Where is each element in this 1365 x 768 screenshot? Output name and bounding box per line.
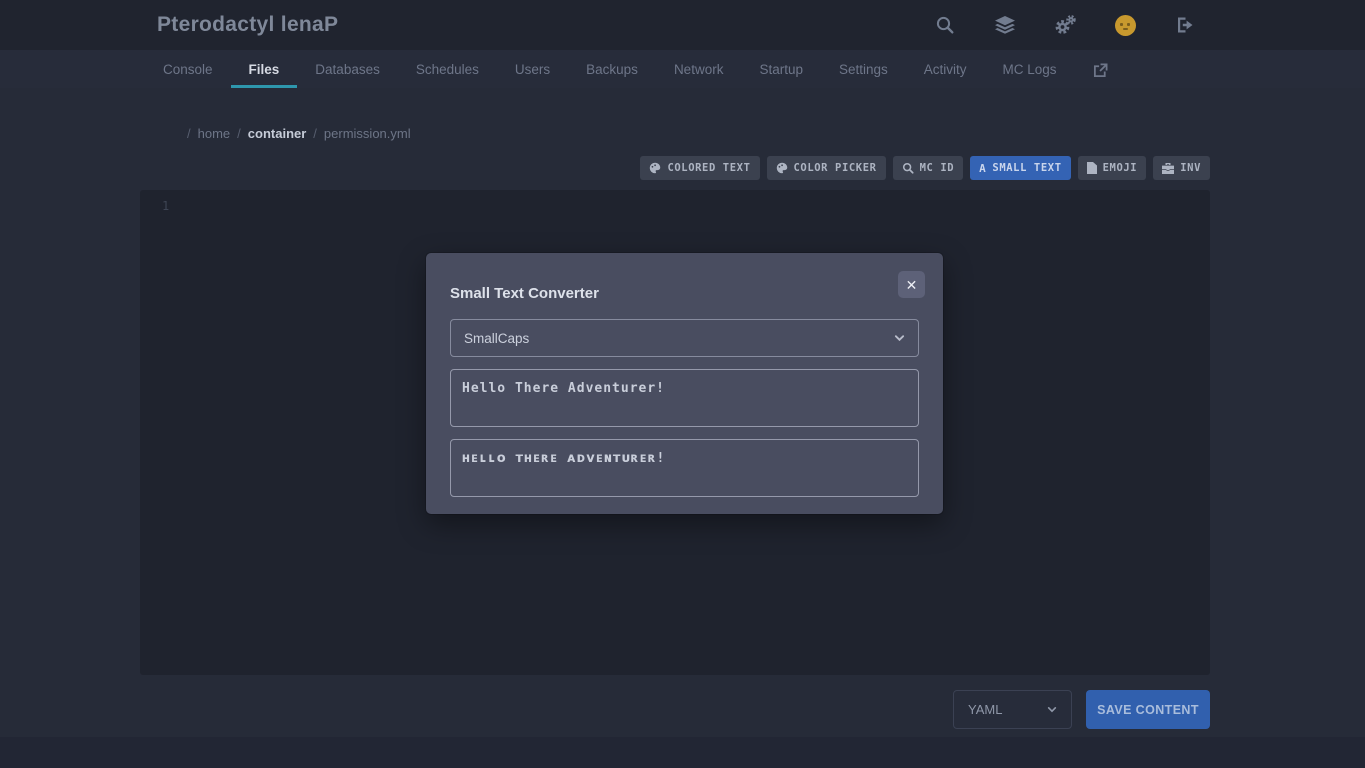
save-content-button[interactable]: SAVE CONTENT bbox=[1086, 690, 1210, 729]
palette-icon bbox=[649, 162, 661, 174]
tab-startup[interactable]: Startup bbox=[741, 50, 821, 88]
tab-settings[interactable]: Settings bbox=[821, 50, 906, 88]
app-header: Pterodactyl lenaP bbox=[0, 0, 1365, 50]
header-icons bbox=[932, 0, 1198, 50]
breadcrumb-slash: / bbox=[313, 126, 317, 141]
tab-activity[interactable]: Activity bbox=[906, 50, 985, 88]
inv-button[interactable]: INV bbox=[1153, 156, 1210, 180]
converter-input[interactable]: Hello There Adventurer! bbox=[450, 369, 919, 427]
tab-network[interactable]: Network bbox=[656, 50, 742, 88]
breadcrumb-slash: / bbox=[187, 126, 191, 141]
chevron-down-icon bbox=[1047, 706, 1057, 713]
search-icon bbox=[902, 162, 914, 174]
server-subnav: Console Files Databases Schedules Users … bbox=[0, 50, 1365, 88]
palette-icon bbox=[776, 162, 788, 174]
external-link-icon[interactable] bbox=[1075, 50, 1124, 88]
editor-toolbar: COLORED TEXT COLOR PICKER MC ID A SMALL … bbox=[640, 156, 1210, 180]
conversion-mode-select[interactable]: SmallCaps bbox=[450, 319, 919, 357]
search-icon[interactable] bbox=[932, 12, 958, 38]
color-picker-button[interactable]: COLOR PICKER bbox=[767, 156, 886, 180]
breadcrumb-slash: / bbox=[237, 126, 241, 141]
tab-backups[interactable]: Backups bbox=[568, 50, 656, 88]
mc-id-label: MC ID bbox=[920, 162, 955, 174]
converter-output[interactable]: ʜᴇʟʟᴏ ᴛʜᴇʀᴇ ᴀᴅᴠᴇɴᴛᴜʀᴇʀ! bbox=[450, 439, 919, 497]
conversion-mode-value: SmallCaps bbox=[464, 331, 529, 346]
logout-icon[interactable] bbox=[1172, 12, 1198, 38]
color-picker-label: COLOR PICKER bbox=[794, 162, 877, 174]
emoji-label: EMOJI bbox=[1103, 162, 1138, 174]
gears-icon[interactable] bbox=[1052, 12, 1078, 38]
box-icon bbox=[1162, 163, 1174, 174]
small-text-label: SMALL TEXT bbox=[992, 162, 1061, 174]
small-text-button[interactable]: A SMALL TEXT bbox=[970, 156, 1070, 180]
colored-text-button[interactable]: COLORED TEXT bbox=[640, 156, 759, 180]
modal-title: Small Text Converter bbox=[450, 285, 919, 302]
avatar-image bbox=[1115, 15, 1136, 36]
tab-files[interactable]: Files bbox=[231, 50, 298, 88]
avatar[interactable] bbox=[1112, 12, 1138, 38]
letter-a-icon: A bbox=[979, 162, 986, 175]
breadcrumb: / home / container / permission.yml bbox=[187, 126, 411, 141]
tab-console[interactable]: Console bbox=[145, 50, 231, 88]
editor-line-number: 1 bbox=[140, 190, 1210, 213]
inv-label: INV bbox=[1180, 162, 1201, 174]
chevron-down-icon bbox=[894, 334, 905, 342]
file-format-select[interactable]: YAML bbox=[953, 690, 1072, 729]
tab-users[interactable]: Users bbox=[497, 50, 568, 88]
app-title[interactable]: Pterodactyl lenaP bbox=[157, 13, 338, 37]
breadcrumb-container[interactable]: container bbox=[248, 126, 307, 141]
tab-mc-logs[interactable]: MC Logs bbox=[985, 50, 1075, 88]
close-icon[interactable]: ✕ bbox=[898, 271, 925, 298]
mc-id-button[interactable]: MC ID bbox=[893, 156, 964, 180]
breadcrumb-home[interactable]: home bbox=[198, 126, 231, 141]
emoji-button[interactable]: EMOJI bbox=[1078, 156, 1147, 180]
colored-text-label: COLORED TEXT bbox=[667, 162, 750, 174]
file-icon bbox=[1087, 162, 1097, 174]
tab-schedules[interactable]: Schedules bbox=[398, 50, 497, 88]
layers-icon[interactable] bbox=[992, 12, 1018, 38]
breadcrumb-file: permission.yml bbox=[324, 126, 411, 141]
tab-databases[interactable]: Databases bbox=[297, 50, 398, 88]
editor-footer: YAML SAVE CONTENT bbox=[953, 690, 1210, 729]
small-text-converter-modal: Small Text Converter ✕ SmallCaps Hello T… bbox=[426, 253, 943, 514]
file-format-value: YAML bbox=[968, 702, 1002, 717]
